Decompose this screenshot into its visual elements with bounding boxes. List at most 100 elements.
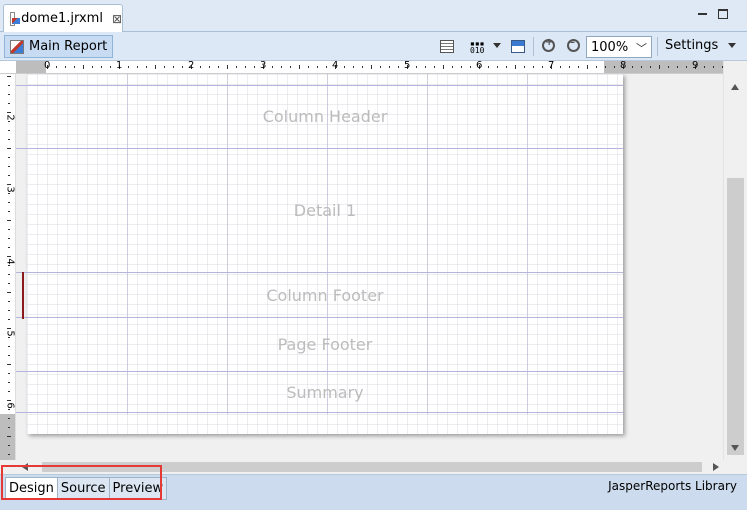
minimize-icon[interactable] <box>698 9 707 15</box>
ruler-tick <box>677 66 678 68</box>
maximize-icon[interactable] <box>718 9 728 19</box>
ruler-tick <box>8 409 10 410</box>
design-canvas[interactable]: Column Header Detail 1 Column Footer Pag… <box>16 74 723 460</box>
vertical-scroll-thumb[interactable] <box>727 178 744 455</box>
ruler-tick <box>7 76 11 77</box>
ruler-tick <box>605 66 606 68</box>
ruler-tick <box>8 166 10 167</box>
ruler-number: 5 <box>404 61 411 71</box>
ruler-number: 6 <box>476 61 483 71</box>
report-toolbar: Main Report ▪▪▪010 100% ﹀ Settings <box>0 32 747 61</box>
ruler-tick <box>668 66 669 68</box>
ruler-tick <box>128 66 129 68</box>
scroll-down-icon[interactable] <box>731 445 739 451</box>
band-separator[interactable] <box>16 371 623 372</box>
report-page[interactable]: Column Header Detail 1 Column Footer Pag… <box>16 74 623 434</box>
ruler-tick <box>434 66 435 68</box>
ruler-tick <box>317 66 318 68</box>
band-label-column-footer: Column Footer <box>266 286 384 305</box>
ruler-tick <box>245 66 246 68</box>
ruler-tick <box>200 66 201 68</box>
ruler-tick <box>155 65 156 69</box>
ruler-tick <box>398 66 399 68</box>
binary-view-icon[interactable]: ▪▪▪ 010 <box>470 40 484 55</box>
close-tab-icon[interactable]: ⊠ <box>112 12 122 26</box>
editor-tab-label: dome1.jrxml <box>21 11 103 26</box>
page-layout-icon[interactable] <box>440 40 454 53</box>
ruler-tick <box>470 66 471 68</box>
ruler-tick <box>542 66 543 68</box>
ruler-tick <box>353 66 354 68</box>
zoom-out-icon[interactable] <box>567 37 580 52</box>
band-separator[interactable] <box>16 272 623 273</box>
band-label-column-header: Column Header <box>262 107 388 126</box>
chevron-down-icon[interactable] <box>493 43 501 48</box>
export-icon[interactable] <box>511 40 525 53</box>
main-report-button[interactable]: Main Report <box>4 35 114 58</box>
ruler-tick <box>488 66 489 68</box>
ruler-tick <box>7 436 11 437</box>
band-separator[interactable] <box>16 85 623 86</box>
ruler-tick <box>578 66 579 68</box>
vertical-scrollbar[interactable] <box>723 61 747 460</box>
ruler-tick <box>704 66 705 68</box>
ruler-tick <box>8 130 10 131</box>
ruler-tick <box>8 337 10 338</box>
ruler-margin-left <box>16 61 46 73</box>
ruler-tick <box>7 400 11 401</box>
toolbar-separator <box>657 37 658 56</box>
zoom-in-icon[interactable] <box>542 37 555 52</box>
ruler-tick <box>8 247 10 248</box>
ruler-number: 2 <box>188 61 195 71</box>
settings-menu-button[interactable]: Settings <box>665 38 737 53</box>
ruler-tick <box>587 65 588 69</box>
ruler-tick <box>8 445 10 446</box>
ruler-tick <box>8 94 10 95</box>
ruler-tick <box>8 103 10 104</box>
editor-tab[interactable]: dome1.jrxml ⊠ <box>3 4 123 32</box>
jrxml-file-icon <box>10 11 21 26</box>
ruler-tick <box>173 66 174 68</box>
zoom-select[interactable]: 100% ﹀ <box>586 36 652 58</box>
band-separator[interactable] <box>16 317 623 318</box>
ruler-tick <box>254 66 255 68</box>
ruler-tick <box>8 85 10 86</box>
ruler-tick <box>7 148 11 149</box>
ruler-tick <box>8 382 10 383</box>
ruler-tick <box>299 65 300 69</box>
ruler-tick <box>8 454 10 455</box>
ruler-tick <box>7 184 11 185</box>
ruler-tick <box>8 355 10 356</box>
ruler-tick <box>7 292 11 293</box>
ruler-tick <box>164 66 165 68</box>
horizontal-ruler: 0 1 2 3 4 5 6 7 8 9 <box>0 61 723 74</box>
report-icon <box>10 39 24 54</box>
main-report-label: Main Report <box>29 39 108 54</box>
scroll-right-icon[interactable] <box>713 463 719 471</box>
ruler-tick <box>650 66 651 68</box>
ruler-tick <box>8 283 10 284</box>
ruler-tick <box>8 265 10 266</box>
ruler-tick <box>272 66 273 68</box>
ruler-tick <box>425 66 426 68</box>
band-separator[interactable] <box>16 412 623 413</box>
ruler-tick <box>614 66 615 68</box>
ruler-tick <box>56 66 57 68</box>
band-separator[interactable] <box>16 148 623 149</box>
ruler-tick <box>7 220 11 221</box>
band-label-detail: Detail 1 <box>293 201 357 220</box>
ruler-tick <box>8 319 10 320</box>
ruler-tick <box>389 66 390 68</box>
scroll-up-icon[interactable] <box>731 84 739 90</box>
ruler-number: 6 <box>4 402 16 409</box>
ruler-number: 0 <box>44 61 51 71</box>
ruler-tick <box>461 66 462 68</box>
settings-label: Settings <box>665 38 719 53</box>
band-label-summary: Summary <box>286 383 364 402</box>
vertical-ruler: 2 3 4 5 6 <box>0 74 16 460</box>
ruler-tick <box>8 121 10 122</box>
ruler-tick <box>101 66 102 68</box>
ruler-tick <box>290 66 291 68</box>
ruler-tick <box>533 66 534 68</box>
ruler-number: 9 <box>692 61 699 71</box>
